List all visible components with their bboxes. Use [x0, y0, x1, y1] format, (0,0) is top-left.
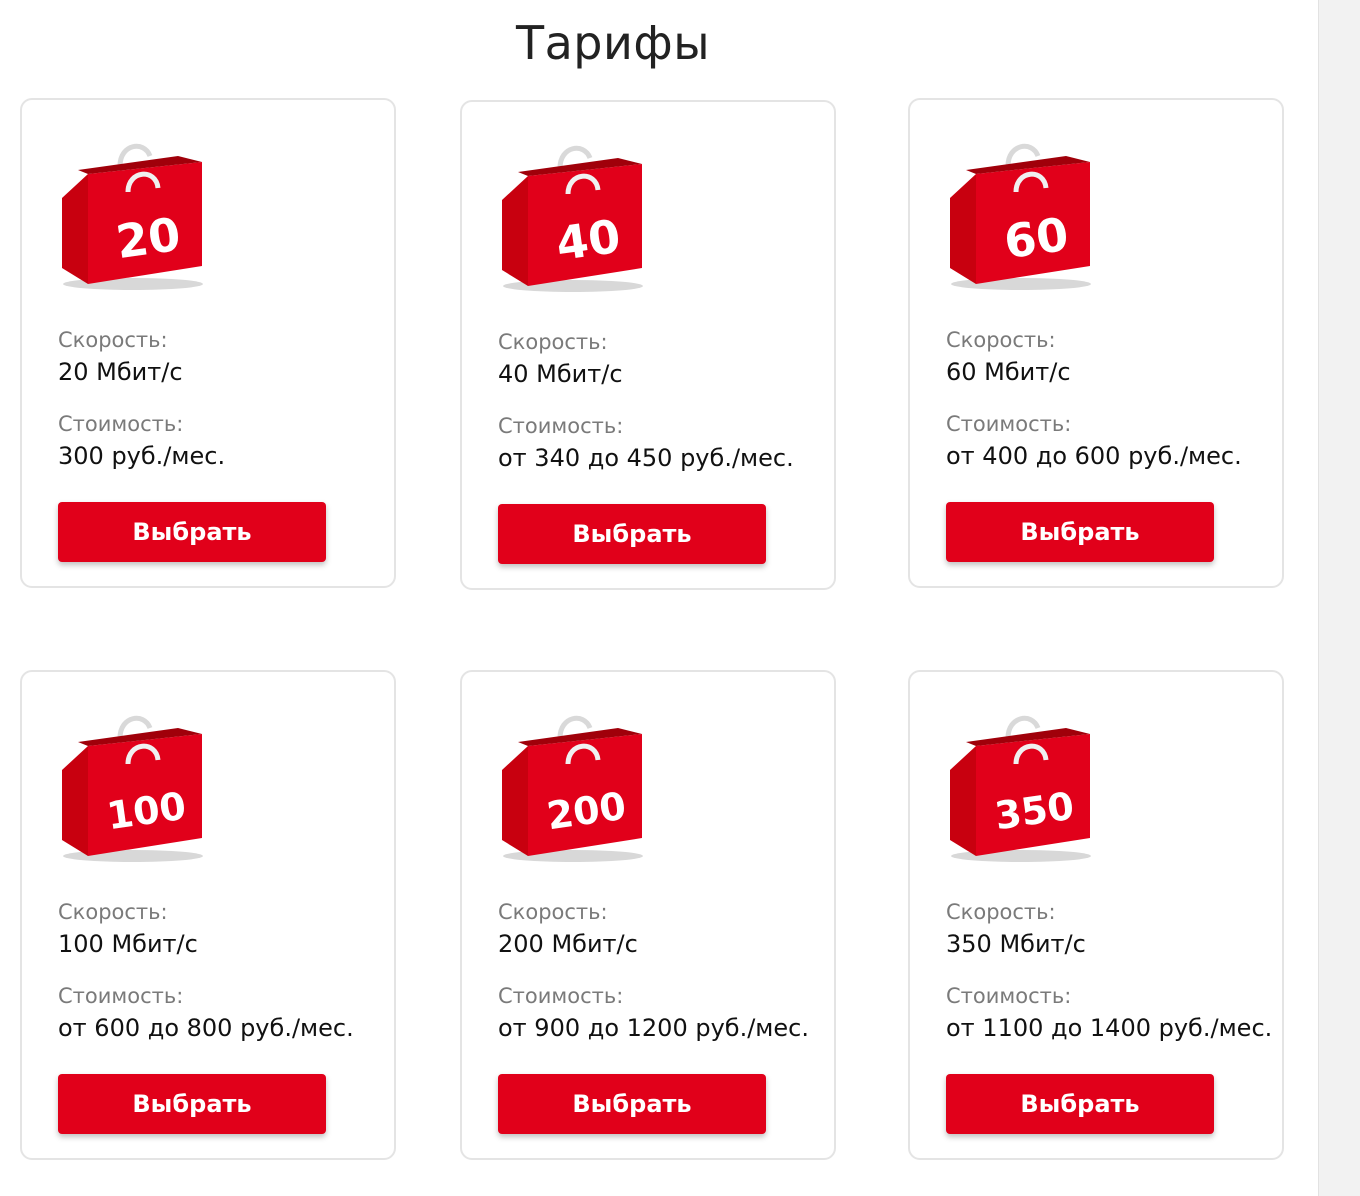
price-label: Стоимость: — [946, 412, 1072, 436]
shopping-bag-icon: 200 — [498, 698, 648, 868]
tariff-card: 60 Скорость: 60 Мбит/с Стоимость: от 400… — [908, 98, 1284, 588]
price-label: Стоимость: — [58, 984, 184, 1008]
price-label: Стоимость: — [498, 414, 624, 438]
price-value: от 900 до 1200 руб./мес. — [498, 1014, 809, 1042]
select-tariff-button[interactable]: Выбрать — [946, 502, 1214, 562]
speed-label: Скорость: — [498, 330, 608, 354]
price-label: Стоимость: — [946, 984, 1072, 1008]
speed-value: 100 Мбит/с — [58, 930, 198, 958]
select-tariff-button[interactable]: Выбрать — [498, 504, 766, 564]
price-value: 300 руб./мес. — [58, 442, 226, 470]
select-tariff-button[interactable]: Выбрать — [58, 1074, 326, 1134]
shopping-bag-icon: 40 — [498, 128, 648, 298]
shopping-bag-icon: 60 — [946, 126, 1096, 296]
bag-number: 20 — [113, 207, 184, 269]
speed-label: Скорость: — [58, 900, 168, 924]
shopping-bag-icon: 20 — [58, 126, 208, 296]
price-value: от 600 до 800 руб./мес. — [58, 1014, 354, 1042]
bag-number: 40 — [553, 209, 624, 271]
speed-value: 20 Мбит/с — [58, 358, 183, 386]
tariff-card: 40 Скорость: 40 Мбит/с Стоимость: от 340… — [460, 100, 836, 590]
speed-label: Скорость: — [946, 900, 1056, 924]
select-tariff-button[interactable]: Выбрать — [946, 1074, 1214, 1134]
tariff-card: 350 Скорость: 350 Мбит/с Стоимость: от 1… — [908, 670, 1284, 1160]
bag-number: 60 — [1001, 207, 1072, 269]
price-value: от 400 до 600 руб./мес. — [946, 442, 1242, 470]
tariff-card: 100 Скорость: 100 Мбит/с Стоимость: от 6… — [20, 670, 396, 1160]
scrollbar-track[interactable] — [1318, 0, 1360, 1196]
shopping-bag-icon: 350 — [946, 698, 1096, 868]
speed-label: Скорость: — [498, 900, 608, 924]
tariff-card: 20 Скорость: 20 Мбит/с Стоимость: 300 ру… — [20, 98, 396, 588]
select-tariff-button[interactable]: Выбрать — [498, 1074, 766, 1134]
price-value: от 1100 до 1400 руб./мес. — [946, 1014, 1273, 1042]
speed-value: 350 Мбит/с — [946, 930, 1086, 958]
speed-value: 60 Мбит/с — [946, 358, 1071, 386]
speed-label: Скорость: — [946, 328, 1056, 352]
price-value: от 340 до 450 руб./мес. — [498, 444, 794, 472]
speed-value: 200 Мбит/с — [498, 930, 638, 958]
price-label: Стоимость: — [58, 412, 184, 436]
page-title: Тарифы — [515, 16, 711, 70]
tariff-card: 200 Скорость: 200 Мбит/с Стоимость: от 9… — [460, 670, 836, 1160]
speed-label: Скорость: — [58, 328, 168, 352]
select-tariff-button[interactable]: Выбрать — [58, 502, 326, 562]
shopping-bag-icon: 100 — [58, 698, 208, 868]
price-label: Стоимость: — [498, 984, 624, 1008]
speed-value: 40 Мбит/с — [498, 360, 623, 388]
